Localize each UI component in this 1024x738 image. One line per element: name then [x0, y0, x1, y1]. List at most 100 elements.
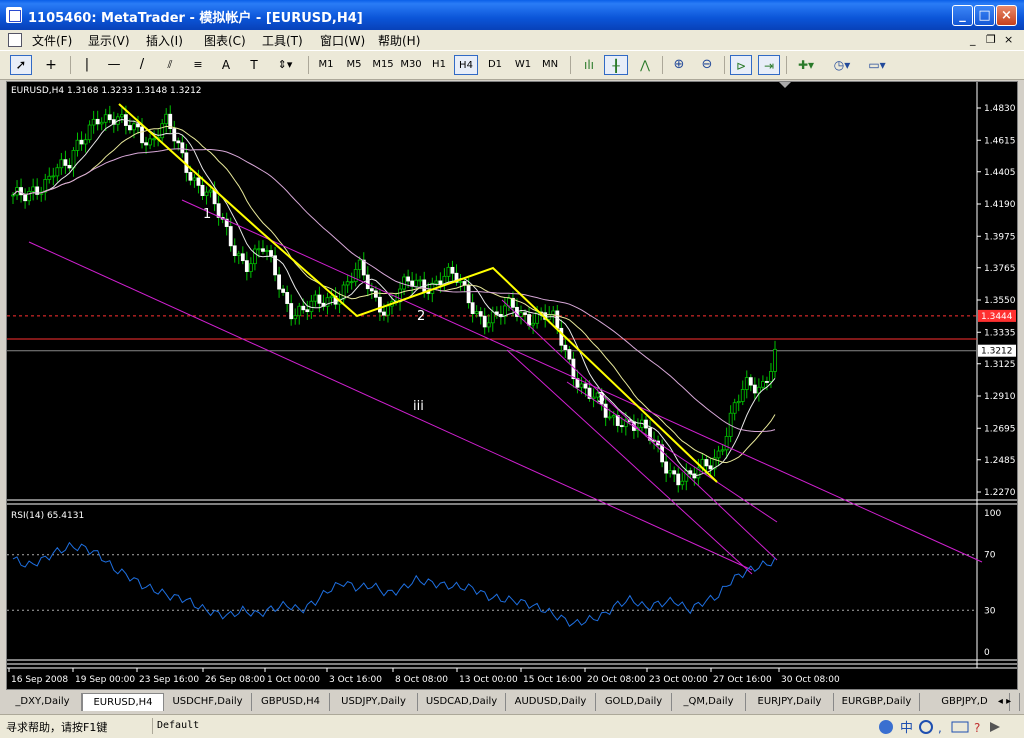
chart-tab[interactable]: USDCHF,Daily — [164, 693, 252, 711]
zoom-in-icon[interactable]: ⊕ — [668, 55, 690, 75]
menu-file[interactable]: 文件(F) — [32, 32, 72, 49]
candle-body — [71, 150, 76, 169]
candle-body — [31, 186, 36, 192]
punctuation-icon: , — [938, 721, 942, 735]
candle-body — [603, 403, 608, 418]
candle-body — [361, 259, 366, 276]
candle-body — [297, 305, 302, 317]
candle-body — [128, 125, 132, 131]
rsi-header: RSI(14) 65.4131 — [11, 511, 84, 521]
arrows-icon[interactable]: ⇕▾ — [272, 55, 298, 75]
chart-tab[interactable]: _QM,Daily — [672, 693, 746, 711]
candle-body — [11, 194, 15, 197]
chart-tab[interactable]: GBPUSD,H4 — [252, 693, 330, 711]
chart-tab[interactable]: USDCAD,Daily — [418, 693, 506, 711]
price-chart[interactable]: 1.4830 1.4615 1.4405 1.4190 1.3975 1.3765 1.35… — [7, 82, 1017, 689]
timeframe-h1[interactable]: H1 — [428, 55, 450, 75]
text-icon[interactable]: A — [216, 55, 236, 75]
vertical-line-icon[interactable]: | — [78, 55, 96, 75]
candle-body — [748, 377, 753, 386]
candle-body — [285, 292, 290, 304]
time-label: 27 Oct 16:00 — [713, 675, 772, 685]
periods-clock-icon[interactable]: ◷▾ — [828, 55, 856, 75]
wave-label: 3 — [597, 391, 605, 406]
candle-body — [257, 248, 261, 251]
candle-body — [773, 348, 777, 372]
candlestick-icon[interactable]: ╂ — [604, 55, 628, 75]
candle-body — [27, 191, 32, 202]
chart-tab[interactable]: EURUSD,H4 — [82, 693, 164, 711]
mdi-minimize-button[interactable]: _ — [970, 33, 976, 46]
timeframe-m30[interactable]: M30 — [398, 55, 424, 75]
autoscroll-icon[interactable]: ⊳ — [730, 55, 752, 75]
fibonacci-icon[interactable]: ≡ — [188, 55, 208, 75]
menu-help[interactable]: 帮助(H) — [378, 32, 420, 49]
menu-window[interactable]: 窗口(W) — [320, 32, 365, 49]
close-button[interactable]: × — [996, 5, 1017, 26]
templates-icon[interactable]: ▭▾ — [862, 55, 892, 75]
menu-tools[interactable]: 工具(T) — [262, 32, 303, 49]
crosshair-icon[interactable]: + — [40, 55, 62, 75]
candle-body — [591, 396, 596, 399]
moving-average-fast — [12, 118, 776, 477]
candle-body — [474, 311, 479, 314]
wave-label: iii — [413, 399, 424, 414]
candle-body — [144, 142, 148, 146]
chart-tab[interactable]: AUDUSD,Daily — [506, 693, 596, 711]
chart-tab[interactable]: EURGBP,Daily — [834, 693, 920, 711]
time-label: 16 Sep 2008 — [11, 675, 68, 685]
cursor-icon[interactable]: ➚ — [10, 55, 32, 75]
candle-body — [208, 189, 213, 193]
chart-tab[interactable]: USDJPY,Daily — [330, 693, 418, 711]
level-price-text: 1.3444 — [981, 312, 1013, 322]
timeframe-d1[interactable]: D1 — [484, 55, 506, 75]
candle-body — [253, 248, 257, 265]
chart-tab[interactable]: EURJPY,Daily — [746, 693, 834, 711]
candle-body — [59, 159, 64, 169]
tab-scroll-arrows[interactable]: ◂ ▸ — [990, 693, 1020, 711]
mdi-restore-button[interactable]: ❐ — [986, 33, 996, 46]
chart-tab[interactable]: _DXY,Daily — [4, 693, 82, 711]
menu-insert[interactable]: 插入(I) — [146, 32, 183, 49]
timeframe-m15[interactable]: M15 — [370, 55, 396, 75]
bar-chart-icon[interactable]: ılı — [578, 55, 600, 75]
equidistant-channel-icon[interactable]: ⫽ — [160, 55, 180, 75]
candle-body — [289, 303, 294, 320]
candle-body — [349, 281, 354, 284]
menu-bar: 文件(F) 显示(V) 插入(I) 图表(C) 工具(T) 窗口(W) 帮助(H… — [0, 30, 1024, 50]
document-icon[interactable] — [8, 33, 22, 47]
chart-shift-icon[interactable]: ⇥ — [758, 55, 780, 75]
menu-view[interactable]: 显示(V) — [88, 32, 130, 49]
rsi-level-label: 70 — [984, 551, 996, 561]
app-icon — [6, 7, 22, 23]
trendline-icon[interactable]: / — [132, 55, 152, 75]
profile-name[interactable]: Default — [152, 718, 287, 734]
menu-charts[interactable]: 图表(C) — [204, 32, 246, 49]
candle-body — [414, 279, 419, 287]
candle-body — [607, 416, 612, 419]
candle-body — [680, 480, 685, 486]
zoom-out-icon[interactable]: ⊖ — [696, 55, 718, 75]
text-label-icon[interactable]: T — [244, 55, 264, 75]
timeframe-w1[interactable]: W1 — [512, 55, 534, 75]
moving-average-slow — [12, 148, 776, 432]
candle-body — [140, 126, 144, 144]
price-label: 1.2695 — [984, 424, 1016, 434]
maximize-button[interactable]: □ — [974, 5, 995, 26]
timeframe-m5[interactable]: M5 — [342, 55, 366, 75]
candle-body — [720, 449, 725, 452]
candle-body — [95, 118, 100, 125]
minimize-button[interactable]: _ — [952, 5, 973, 26]
mdi-close-button[interactable]: × — [1004, 33, 1013, 46]
timeframe-m1[interactable]: M1 — [314, 55, 338, 75]
indicators-icon[interactable]: ✚▾ — [792, 55, 820, 75]
candle-body — [79, 139, 84, 145]
candle-body — [507, 297, 511, 307]
chart-tab[interactable]: GOLD,Daily — [596, 693, 672, 711]
timeframe-h4[interactable]: H4 — [454, 55, 478, 75]
chart-window[interactable]: 1.4830 1.4615 1.4405 1.4190 1.3975 1.3765 1.35… — [6, 81, 1018, 690]
horizontal-line-icon[interactable]: — — [104, 55, 124, 75]
line-chart-icon[interactable]: ⋀ — [634, 55, 656, 75]
timeframe-mn[interactable]: MN — [538, 55, 562, 75]
wave-label: 1 — [203, 207, 211, 222]
